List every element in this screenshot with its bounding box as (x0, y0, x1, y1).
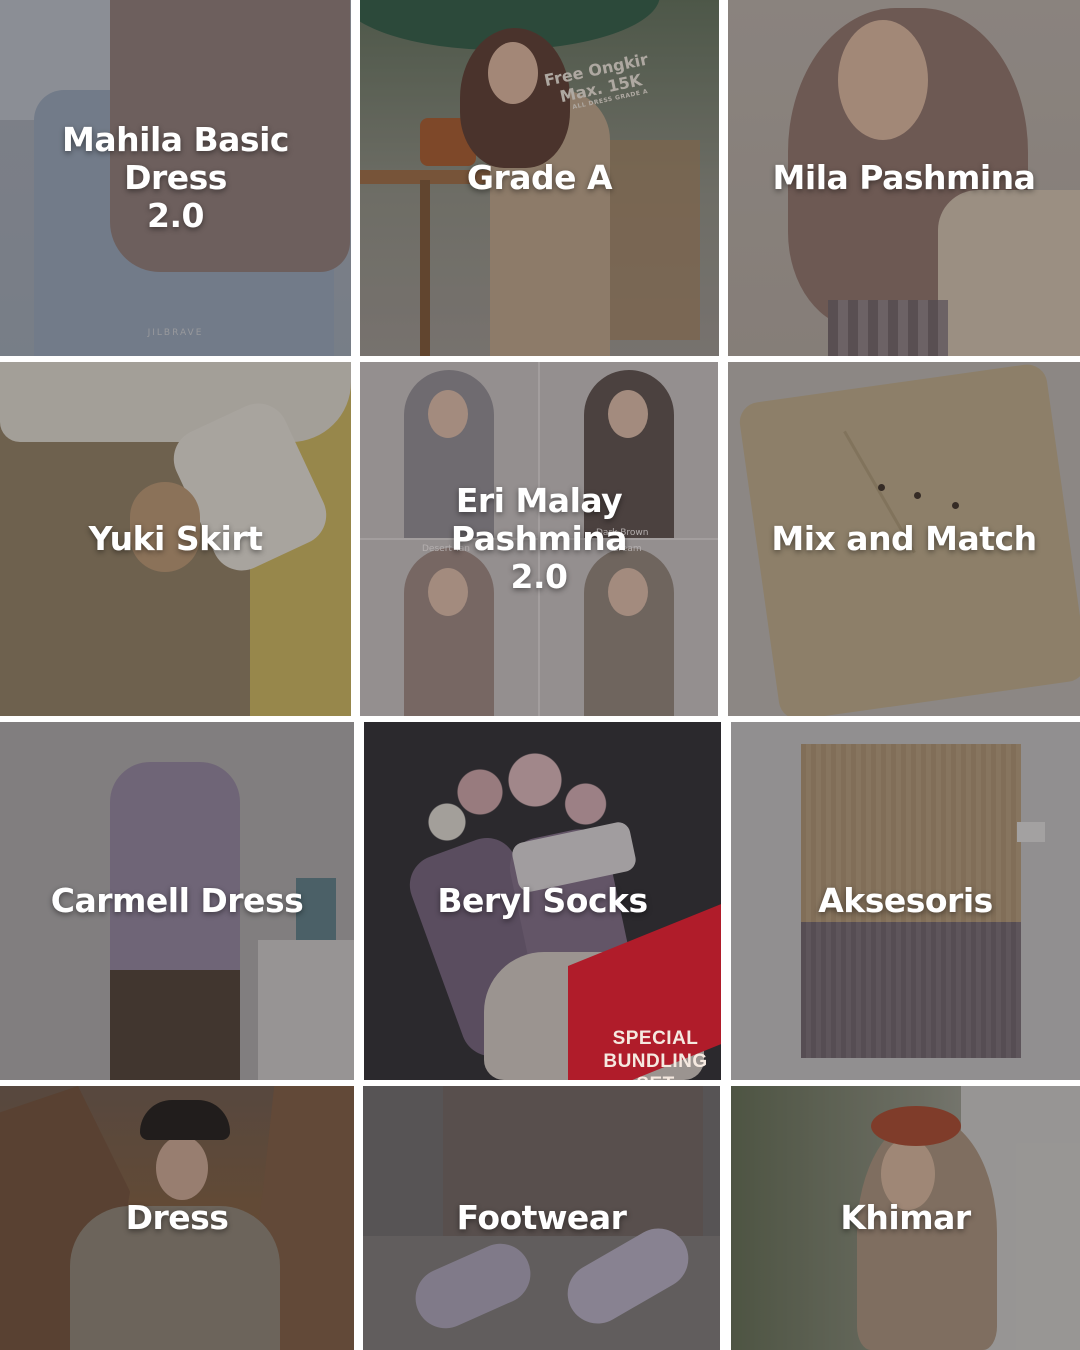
category-tile-grade-a[interactable]: Free Ongkir Max. 15K ALL DRESS GRADE A G… (360, 0, 719, 356)
category-grid: JILBRAVE Mahila Basic Dress 2.0 Free Ong… (0, 0, 1080, 1350)
category-tile-yuki-skirt[interactable]: Yuki Skirt (0, 362, 351, 716)
category-tile-dress[interactable]: Dress (0, 1086, 354, 1350)
category-label: Dress (125, 1198, 229, 1238)
category-label: Beryl Socks (437, 881, 648, 921)
category-label: Footwear (456, 1198, 627, 1238)
category-tile-eri-malay-pashmina[interactable]: Desert Tan Dark Brown Cream Eri Malay Pa… (360, 362, 718, 716)
category-row: Yuki Skirt Desert Tan Dark Brown Cream E… (0, 362, 1080, 716)
category-tile-mahila-basic-dress[interactable]: JILBRAVE Mahila Basic Dress 2.0 (0, 0, 351, 356)
category-tile-mix-and-match[interactable]: Mix and Match (728, 362, 1080, 716)
category-label: Yuki Skirt (88, 519, 263, 559)
category-label: Mila Pashmina (772, 158, 1036, 198)
category-label: Aksesoris (818, 881, 993, 921)
category-tile-carmell-dress[interactable]: Carmell Dress (0, 722, 354, 1080)
category-label: Grade A (466, 158, 613, 198)
category-tile-aksesoris[interactable]: Aksesoris (731, 722, 1080, 1080)
category-tile-mila-pashmina[interactable]: Mila Pashmina (728, 0, 1080, 356)
special-bundling-badge: SPECIAL BUNDLING SET (603, 1028, 708, 1080)
category-label: Mix and Match (771, 519, 1037, 559)
category-label: Khimar (840, 1198, 971, 1238)
category-tile-beryl-socks[interactable]: SPECIAL BUNDLING SET Beryl Socks (364, 722, 721, 1080)
category-label: Mahila Basic Dress 2.0 (62, 120, 289, 235)
category-row: JILBRAVE Mahila Basic Dress 2.0 Free Ong… (0, 0, 1080, 356)
category-tile-khimar[interactable]: Khimar (731, 1086, 1080, 1350)
category-row: Dress Footwear Khimar (0, 1086, 1080, 1350)
category-tile-footwear[interactable]: Footwear (363, 1086, 720, 1350)
category-row: Carmell Dress SPECIAL BUNDLING SET Beryl… (0, 722, 1080, 1080)
category-label: Eri Malay Pashmina 2.0 (450, 481, 628, 596)
category-label: Carmell Dress (50, 881, 304, 921)
